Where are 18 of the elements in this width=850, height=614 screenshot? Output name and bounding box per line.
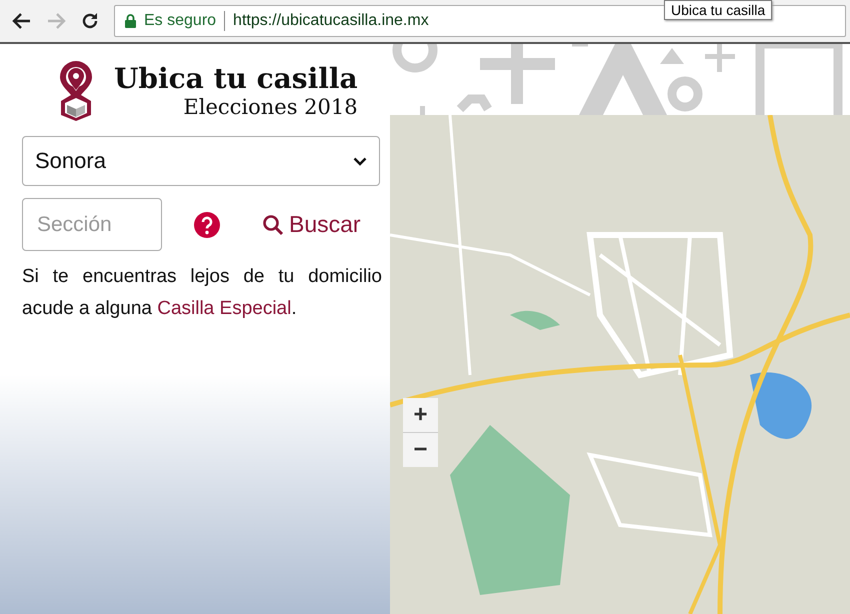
zoom-in-button[interactable]: + — [403, 398, 438, 432]
security-label: Es seguro — [144, 12, 216, 30]
notice-text: Si te encuentras lejos de tu domicilio acude a alguna Casilla Especial. — [22, 265, 382, 321]
zoom-out-button[interactable]: − — [403, 433, 438, 467]
url-text: https://ubicatucasilla.ine.mx — [233, 12, 429, 30]
lock-icon — [125, 14, 136, 28]
search-button[interactable]: Buscar — [262, 211, 361, 238]
site-title: Ubica tu casilla — [114, 62, 358, 94]
search-icon — [262, 214, 284, 236]
reload-icon[interactable] — [80, 11, 100, 31]
state-dropdown[interactable]: Sonora — [22, 136, 380, 186]
back-icon[interactable] — [12, 12, 32, 30]
site-subtitle: Elecciones 2018 — [183, 94, 358, 118]
help-icon[interactable] — [194, 212, 220, 238]
tooltip: Ubica tu casilla — [664, 0, 772, 20]
section-field[interactable]: Sección — [22, 198, 162, 251]
special-booth-link[interactable]: Casilla Especial — [157, 298, 292, 319]
chevron-down-icon — [353, 156, 367, 166]
